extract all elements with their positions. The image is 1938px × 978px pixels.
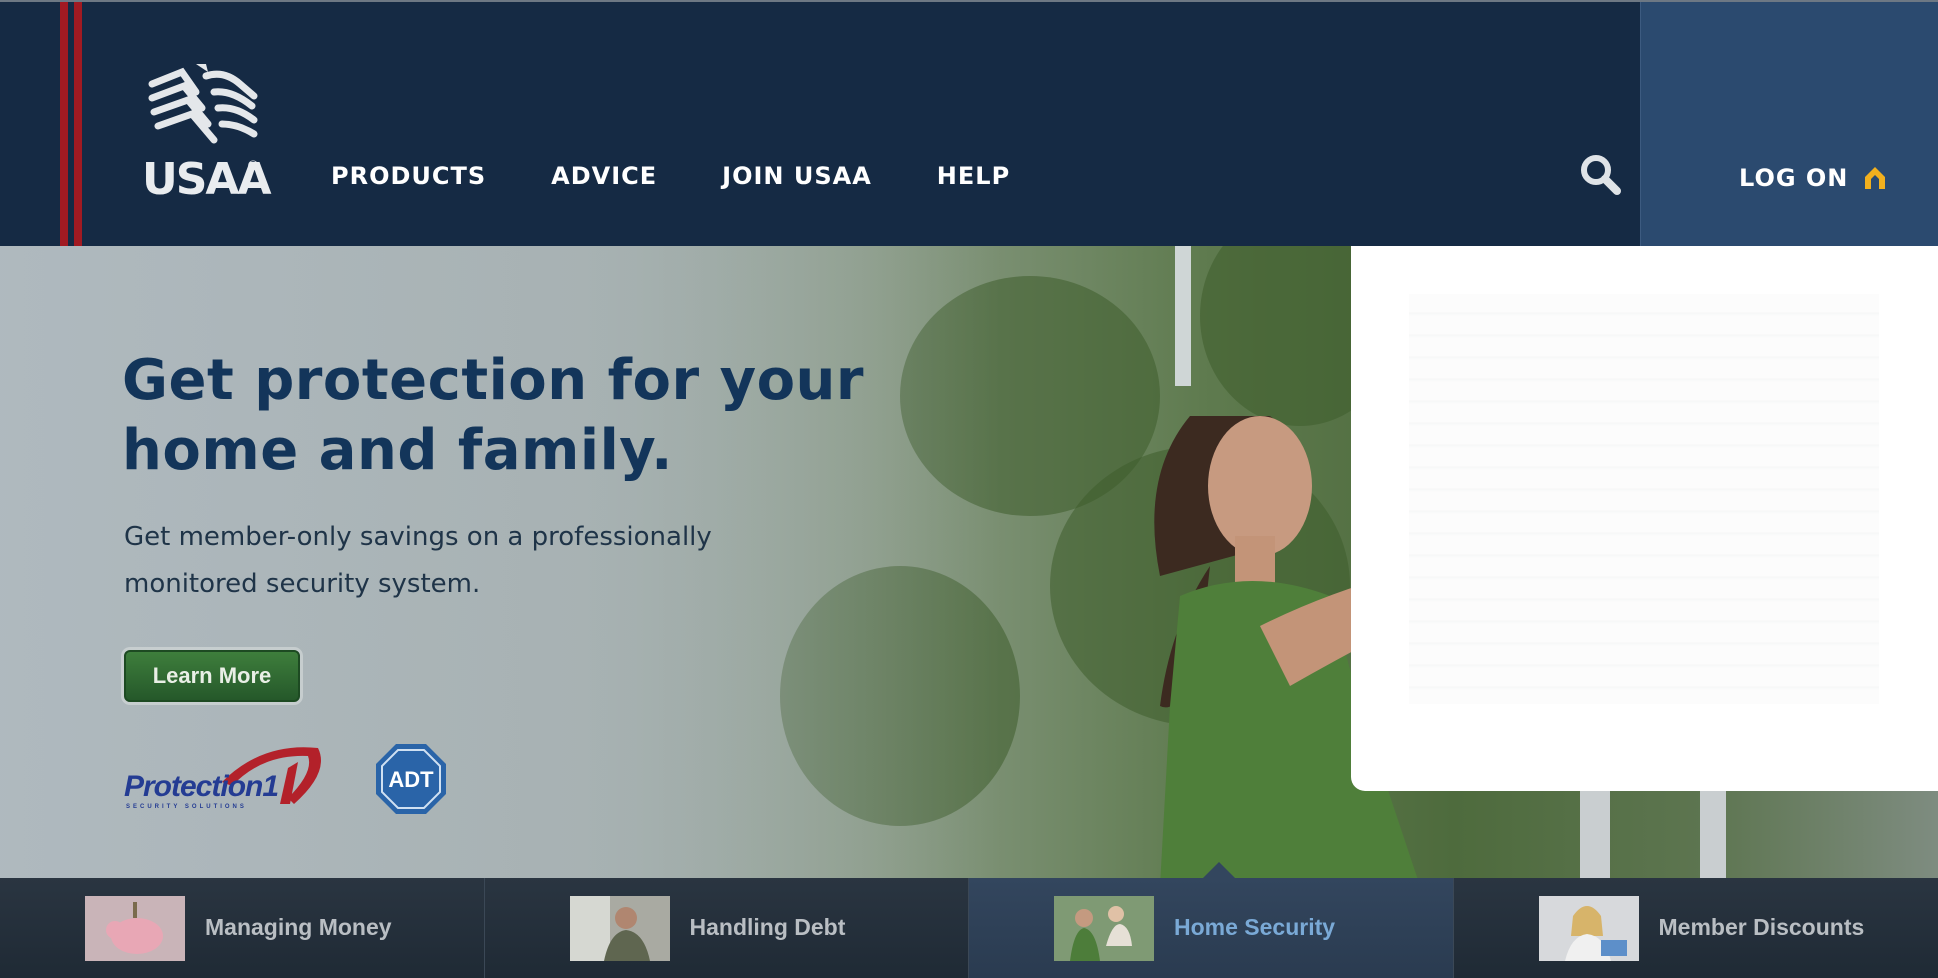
log-on-button[interactable]: LOG ON	[1640, 2, 1938, 246]
lock-icon	[1865, 167, 1885, 189]
nav-products[interactable]: PRODUCTS	[331, 162, 486, 190]
learn-more-button[interactable]: Learn More	[124, 650, 300, 702]
search-icon[interactable]	[1578, 152, 1622, 196]
overlay-panel	[1351, 246, 1938, 791]
soldier-thumbnail	[569, 896, 670, 961]
tab-label: Managing Money	[205, 914, 392, 940]
eagle-icon	[148, 64, 258, 144]
main-nav: PRODUCTS ADVICE JOIN USAA HELP	[331, 162, 1075, 190]
protection1-wordmark: Protection1	[124, 770, 279, 803]
registered-mark: ®	[248, 157, 259, 173]
woman-card-thumbnail	[1538, 896, 1639, 961]
tab-managing-money[interactable]: Managing Money	[0, 878, 485, 978]
nav-join-usaa[interactable]: JOIN USAA	[722, 162, 872, 190]
log-on-label: LOG ON	[1739, 164, 1849, 192]
red-stripe	[74, 2, 82, 246]
usaa-logo[interactable]: USAA ®	[140, 62, 272, 205]
active-tab-caret	[1203, 862, 1235, 878]
family-thumbnail	[1054, 896, 1154, 961]
nav-advice[interactable]: ADVICE	[551, 162, 657, 190]
tab-label: Handling Debt	[689, 914, 846, 940]
nav-help[interactable]: HELP	[937, 162, 1010, 190]
tab-handling-debt[interactable]: Handling Debt	[484, 878, 969, 978]
tab-label: Member Discounts	[1658, 914, 1865, 940]
porch-post	[1580, 776, 1610, 878]
red-stripe	[60, 2, 68, 246]
overlay-faded-content	[1409, 294, 1879, 704]
adt-logo[interactable]: ADT	[374, 742, 448, 816]
protection1-logo[interactable]: Protection1 SECURITY SOLUTIONS	[122, 742, 328, 814]
tab-home-security[interactable]: Home Security	[969, 878, 1454, 978]
porch-post	[1700, 776, 1726, 878]
adt-wordmark: ADT	[388, 767, 434, 792]
feature-tabs: Managing Money Handling Debt Home Securi…	[0, 878, 1938, 978]
piggy-bank-thumbnail	[85, 896, 185, 961]
tab-member-discounts[interactable]: Member Discounts	[1453, 878, 1938, 978]
hero-headline: Get protection for your home and family.	[122, 348, 865, 483]
tab-label: Home Security	[1174, 914, 1336, 940]
site-header: USAA ® PRODUCTS ADVICE JOIN USAA HELP LO…	[0, 0, 1938, 246]
hero-subtext: Get member-only savings on a professiona…	[124, 522, 712, 599]
protection1-tagline: SECURITY SOLUTIONS	[126, 804, 247, 810]
